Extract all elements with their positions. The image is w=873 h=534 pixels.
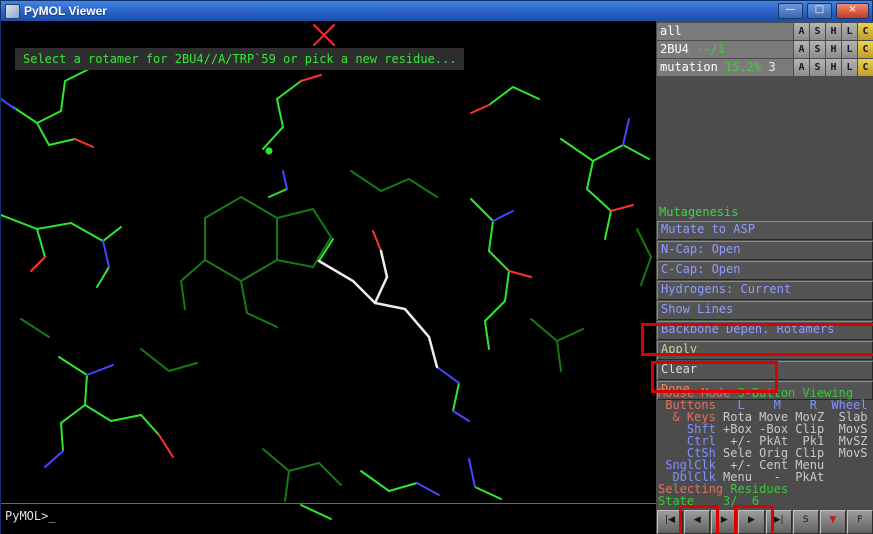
hide-button[interactable]: H bbox=[826, 41, 841, 58]
movie-menu-button[interactable]: ▼ bbox=[820, 510, 846, 534]
apply-button[interactable]: Apply bbox=[657, 341, 873, 360]
object-row-all: all A S H L C bbox=[657, 23, 873, 40]
rotamer-frequency: 15.2% bbox=[725, 60, 761, 74]
pymol-window: PyMOL Viewer — □ × bbox=[0, 0, 873, 534]
object-list: all A S H L C 2BU4 --/1 A S H L C mutati… bbox=[657, 23, 873, 77]
object-label: mutation bbox=[660, 60, 718, 74]
molecule-bonds-white-selected-residue bbox=[319, 251, 437, 367]
molecule-bonds-green bbox=[1, 69, 649, 519]
wizard-item-backbone-rotamers[interactable]: Backbone Depen. Rotamers bbox=[657, 321, 873, 340]
wizard-item-ccap[interactable]: C-Cap: Open bbox=[657, 261, 873, 280]
movie-start-button[interactable]: |◀ bbox=[657, 510, 683, 534]
object-row-2bu4: 2BU4 --/1 A S H L C bbox=[657, 41, 873, 58]
action-button[interactable]: A bbox=[794, 23, 809, 40]
action-button[interactable]: A bbox=[794, 41, 809, 58]
object-label: 2BU4 bbox=[660, 42, 689, 56]
wizard-prompt-message: Select a rotamer for 2BU4//A/TRP`59 or p… bbox=[15, 48, 464, 70]
mouse-mode-panel: Mouse Mode 3-Button Viewing Buttons L M … bbox=[658, 387, 873, 507]
state-indicator-row: State 3/ 6 bbox=[658, 495, 873, 507]
molecule-bonds-blue bbox=[1, 99, 629, 495]
object-state-info: --/1 bbox=[696, 42, 725, 56]
object-name-mutation[interactable]: mutation 15.2% 3 bbox=[657, 59, 793, 76]
movie-play-button[interactable]: ▶ bbox=[711, 510, 737, 534]
window-title: PyMOL Viewer bbox=[24, 4, 774, 18]
color-button[interactable]: C bbox=[858, 59, 873, 76]
molecule-render bbox=[1, 21, 656, 534]
object-row-mutation: mutation 15.2% 3 A S H L C bbox=[657, 59, 873, 76]
movie-end-button[interactable]: ▶| bbox=[766, 510, 792, 534]
wizard-title: Mutagenesis bbox=[657, 205, 873, 220]
molecule-bonds-red bbox=[31, 63, 633, 457]
mutagenesis-wizard-panel: Mutagenesis Mutate to ASP N-Cap: Open C-… bbox=[657, 205, 873, 401]
label-button[interactable]: L bbox=[842, 23, 857, 40]
app-icon bbox=[5, 4, 20, 19]
label-button[interactable]: L bbox=[842, 41, 857, 58]
color-button[interactable]: C bbox=[858, 41, 873, 58]
hide-button[interactable]: H bbox=[826, 23, 841, 40]
show-button[interactable]: S bbox=[810, 59, 825, 76]
object-name-2bu4[interactable]: 2BU4 --/1 bbox=[657, 41, 793, 58]
wizard-item-ncap[interactable]: N-Cap: Open bbox=[657, 241, 873, 260]
minimize-button[interactable]: — bbox=[778, 3, 803, 19]
title-bar: PyMOL Viewer — □ × bbox=[1, 1, 872, 21]
red-x-marker-icon bbox=[314, 25, 334, 45]
molecule-bonds-dark-green bbox=[21, 171, 651, 501]
movie-next-frame-button[interactable]: ▶ bbox=[738, 510, 764, 534]
clear-button[interactable]: Clear bbox=[657, 361, 873, 380]
movie-prev-frame-button[interactable]: ◀ bbox=[684, 510, 710, 534]
label-button[interactable]: L bbox=[842, 59, 857, 76]
hide-button[interactable]: H bbox=[826, 59, 841, 76]
show-button[interactable]: S bbox=[810, 23, 825, 40]
object-name-all[interactable]: all bbox=[657, 23, 793, 40]
movie-fullscreen-button[interactable]: F bbox=[847, 510, 873, 534]
close-button[interactable]: × bbox=[836, 3, 869, 19]
object-label: all bbox=[660, 24, 682, 38]
show-button[interactable]: S bbox=[810, 41, 825, 58]
action-button[interactable]: A bbox=[794, 59, 809, 76]
wizard-item-show-lines[interactable]: Show Lines bbox=[657, 301, 873, 320]
command-line-input[interactable]: PyMOL>_ bbox=[1, 503, 656, 534]
movie-playback-bar: |◀ ◀ ▶ ▶ ▶| S ▼ F bbox=[657, 510, 873, 534]
control-sidebar: all A S H L C 2BU4 --/1 A S H L C mutati… bbox=[656, 21, 873, 534]
color-button[interactable]: C bbox=[858, 23, 873, 40]
wizard-item-hydrogens[interactable]: Hydrogens: Current bbox=[657, 281, 873, 300]
movie-scene-button[interactable]: S bbox=[793, 510, 819, 534]
rotamer-state: 3 bbox=[768, 60, 775, 74]
molecule-viewport[interactable]: Select a rotamer for 2BU4//A/TRP`59 or p… bbox=[1, 21, 656, 534]
maximize-button[interactable]: □ bbox=[807, 3, 832, 19]
wizard-item-mutate-to[interactable]: Mutate to ASP bbox=[657, 221, 873, 240]
